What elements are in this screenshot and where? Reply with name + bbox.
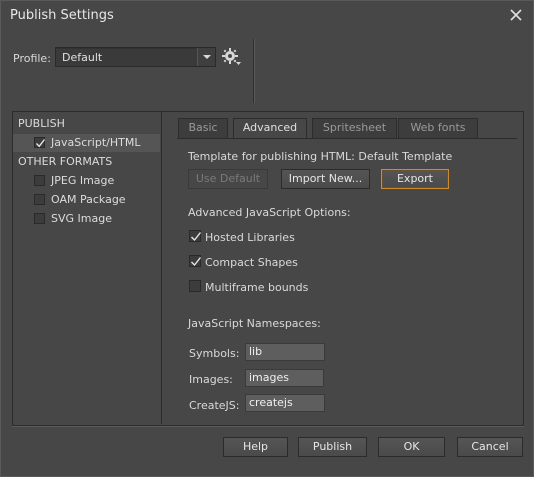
hosted-libraries-label: Hosted Libraries [205, 231, 295, 244]
gear-icon[interactable] [221, 46, 243, 68]
format-label: JPEG Image [51, 174, 115, 187]
multiframe-bounds-label: Multiframe bounds [205, 281, 309, 294]
window-title: Publish Settings [10, 8, 114, 23]
format-item-svg[interactable]: SVG Image [13, 210, 160, 228]
svg-checkbox[interactable] [34, 213, 45, 224]
format-list: PUBLISH JavaScript/HTML OTHER FORMATS JP… [13, 112, 162, 424]
tab-spritesheet[interactable]: Spritesheet [312, 118, 397, 138]
format-label: JavaScript/HTML [51, 136, 141, 149]
images-label: Images: [189, 373, 233, 386]
js-options-heading: Advanced JavaScript Options: [188, 206, 351, 219]
export-button[interactable]: Export [381, 169, 449, 189]
format-item-javascript-html[interactable]: JavaScript/HTML [13, 134, 160, 152]
oam-checkbox[interactable] [34, 194, 45, 205]
other-formats-heading: OTHER FORMATS [18, 155, 113, 168]
format-label: SVG Image [51, 212, 112, 225]
format-label: OAM Package [51, 193, 126, 206]
images-field[interactable]: images [245, 369, 324, 387]
symbols-label: Symbols: [189, 347, 240, 360]
compact-shapes-label: Compact Shapes [205, 256, 298, 269]
publish-heading: PUBLISH [18, 117, 65, 130]
profile-dropdown[interactable]: Default [55, 47, 216, 67]
use-default-button[interactable]: Use Default [188, 169, 268, 189]
cancel-button[interactable]: Cancel [457, 437, 523, 457]
tab-advanced[interactable]: Advanced [233, 118, 307, 139]
hosted-libraries-checkbox[interactable] [189, 230, 202, 242]
tab-web-fonts[interactable]: Web fonts [398, 118, 478, 138]
tab-underline [177, 138, 517, 139]
symbols-field[interactable]: lib [245, 343, 325, 361]
namespaces-heading: JavaScript Namespaces: [188, 317, 321, 330]
publish-settings-dialog: Publish Settings Profile: Default PUBLIS… [0, 0, 534, 477]
template-text: Template for publishing HTML: Default Te… [188, 150, 453, 163]
compact-shapes-checkbox[interactable] [189, 255, 202, 267]
javascript-html-checkbox[interactable] [34, 137, 46, 148]
ok-button[interactable]: OK [378, 437, 445, 457]
format-item-oam[interactable]: OAM Package [13, 191, 160, 209]
help-button[interactable]: Help [223, 437, 288, 457]
jpeg-checkbox[interactable] [34, 175, 45, 186]
profile-label: Profile: [13, 52, 51, 65]
profile-value: Default [62, 51, 103, 64]
multiframe-bounds-checkbox[interactable] [189, 280, 201, 292]
publish-button[interactable]: Publish [298, 437, 367, 457]
tab-basic[interactable]: Basic [178, 118, 228, 138]
createjs-label: CreateJS: [189, 399, 240, 412]
import-new-button[interactable]: Import New... [281, 169, 370, 189]
close-icon[interactable] [508, 7, 524, 23]
title-bar: Publish Settings [1, 1, 533, 33]
chevron-down-icon [197, 48, 215, 66]
header-divider [253, 39, 254, 103]
createjs-field[interactable]: createjs [245, 394, 325, 412]
format-item-jpeg[interactable]: JPEG Image [13, 172, 160, 190]
